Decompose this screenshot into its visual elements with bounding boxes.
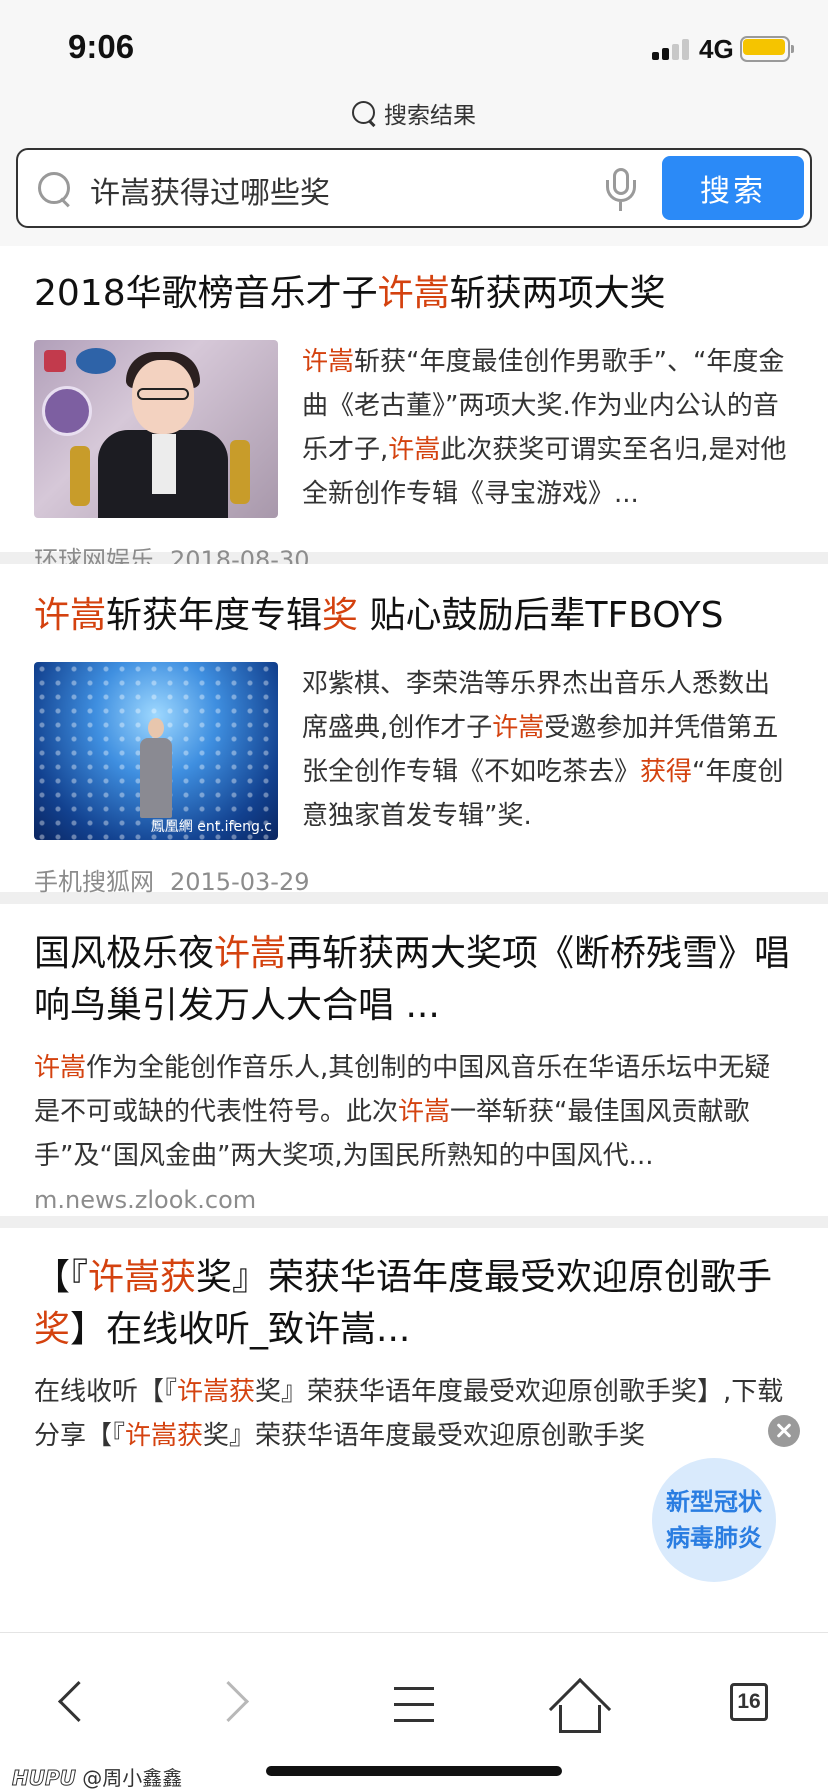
search-results: 2018华歌榜音乐才子许嵩斩获两项大奖 许嵩斩获“年度最佳创作男歌手”、“年度金…: [0, 246, 828, 1632]
status-bar: 9:06 4G: [0, 0, 828, 100]
badge-line-1: 新型冠状: [666, 1488, 762, 1516]
text-segment: 【『: [34, 1257, 89, 1298]
text-segment: 奖』荣获华语年度最受欢迎原创歌手: [196, 1257, 773, 1298]
search-input[interactable]: 许嵩获得过哪些奖 搜索: [16, 148, 812, 228]
highlighted-keyword: 奖: [34, 1309, 71, 1350]
thumbnail-watermark: 鳳凰網 ent.ifeng.c: [150, 819, 272, 835]
home-indicator[interactable]: [266, 1766, 562, 1776]
result-snippet: 在线收听【『许嵩获奖』荣获华语年度最受欢迎原创歌手奖】,下载分享【『许嵩获奖』荣…: [0, 1370, 828, 1458]
result-card[interactable]: 【『许嵩获奖』荣获华语年度最受欢迎原创歌手奖】在线收听_致许嵩... 在线收听【…: [0, 1228, 828, 1488]
result-url: m.news.zlook.com: [34, 1186, 257, 1214]
text-segment: 在线收听【『: [34, 1377, 178, 1407]
tabs-icon[interactable]: 16: [710, 1665, 790, 1745]
result-snippet: 许嵩斩获“年度最佳创作男歌手”、“年度金曲《老古董》”两项大奖.作为业内公认的音…: [302, 340, 794, 518]
result-card[interactable]: 2018华歌榜音乐才子许嵩斩获两项大奖 许嵩斩获“年度最佳创作男歌手”、“年度金…: [0, 246, 828, 574]
watermark-brand: HUPU: [12, 1766, 77, 1791]
text-segment: 斩获两项大奖: [449, 273, 666, 314]
badge-line-2: 病毒肺炎: [666, 1524, 762, 1552]
watermark-user: @周小鑫鑫: [82, 1766, 183, 1790]
text-segment: 斩获年度专辑: [106, 595, 323, 636]
signal-icon: [652, 38, 692, 60]
result-title[interactable]: 【『许嵩获奖』荣获华语年度最受欢迎原创歌手奖】在线收听_致许嵩...: [0, 1252, 828, 1356]
result-title[interactable]: 2018华歌榜音乐才子许嵩斩获两项大奖: [0, 268, 828, 320]
text-segment: 奖』荣获华语年度最受欢迎原创歌手奖: [203, 1421, 646, 1451]
search-bar-container: 许嵩获得过哪些奖 搜索: [0, 134, 828, 246]
highlighted-keyword: 许嵩: [34, 595, 107, 636]
highlighted-keyword: 许嵩获: [88, 1257, 197, 1298]
hupu-watermark: HUPU @周小鑫鑫: [12, 1762, 183, 1791]
result-title[interactable]: 国风极乐夜许嵩再斩获两大奖项《断桥残雪》唱响鸟巢引发万人大合唱 ...: [0, 928, 828, 1032]
close-icon[interactable]: [768, 1415, 800, 1447]
text-segment: 2018华歌榜音乐才子: [34, 273, 378, 314]
text-segment: 国风极乐夜: [34, 933, 215, 974]
highlighted-keyword: 许嵩获: [177, 1377, 256, 1407]
network-type: 4G: [699, 34, 734, 64]
covid-info-badge[interactable]: 新型冠状 病毒肺炎: [652, 1458, 776, 1582]
result-card[interactable]: 许嵩斩获年度专辑奖 贴心鼓励后辈TFBOYS 鳳凰網 ent.ifeng.c 邓…: [0, 564, 828, 896]
result-meta: 手机搜狐网 2015-03-29: [0, 862, 828, 897]
highlighted-keyword: 获得: [640, 757, 693, 787]
battery-icon: [740, 36, 794, 62]
divider: [0, 1216, 828, 1228]
highlighted-keyword: 许嵩: [302, 347, 355, 377]
search-button[interactable]: 搜索: [662, 156, 804, 220]
search-icon: [38, 172, 72, 206]
search-query-text[interactable]: 许嵩获得过哪些奖: [90, 168, 330, 212]
result-card[interactable]: 国风极乐夜许嵩再斩获两大奖项《断桥残雪》唱响鸟巢引发万人大合唱 ... 许嵩作为…: [0, 904, 828, 1216]
result-snippet: 邓紫棋、李荣浩等乐界杰出音乐人悉数出席盛典,创作才子许嵩受邀参加并凭借第五张全创…: [302, 662, 794, 840]
highlighted-keyword: 许嵩: [214, 933, 287, 974]
back-icon[interactable]: [30, 1665, 110, 1745]
result-title[interactable]: 许嵩斩获年度专辑奖 贴心鼓励后辈TFBOYS: [0, 590, 828, 642]
result-source: 手机搜狐网: [34, 868, 154, 896]
highlighted-keyword: 许嵩: [377, 273, 450, 314]
highlighted-keyword: 许嵩: [34, 1053, 87, 1083]
text-segment: 】在线收听_致许嵩...: [70, 1309, 411, 1350]
highlighted-keyword: 许嵩: [388, 435, 441, 465]
result-snippet: 许嵩作为全能创作音乐人,其创制的中国风音乐在华语乐坛中无疑是不可或缺的代表性符号…: [0, 1046, 828, 1178]
search-icon: [352, 101, 376, 125]
status-time: 9:06: [68, 28, 135, 65]
microphone-icon[interactable]: [606, 168, 636, 212]
text-segment: 贴心鼓励后辈TFBOYS: [358, 595, 724, 636]
result-thumbnail[interactable]: [34, 340, 278, 518]
highlighted-keyword: 奖: [322, 595, 359, 636]
home-icon[interactable]: [540, 1665, 620, 1745]
forward-icon[interactable]: [198, 1665, 278, 1745]
tab-count: 16: [730, 1683, 768, 1721]
result-thumbnail[interactable]: 鳳凰網 ent.ifeng.c: [34, 662, 278, 840]
page-header: 搜索结果: [0, 92, 828, 134]
page-title: 搜索结果: [384, 103, 476, 129]
highlighted-keyword: 许嵩获: [125, 1421, 204, 1451]
highlighted-keyword: 许嵩: [398, 1097, 451, 1127]
result-date: 2015-03-29: [170, 868, 310, 896]
menu-icon[interactable]: [374, 1665, 454, 1745]
highlighted-keyword: 许嵩: [492, 713, 545, 743]
